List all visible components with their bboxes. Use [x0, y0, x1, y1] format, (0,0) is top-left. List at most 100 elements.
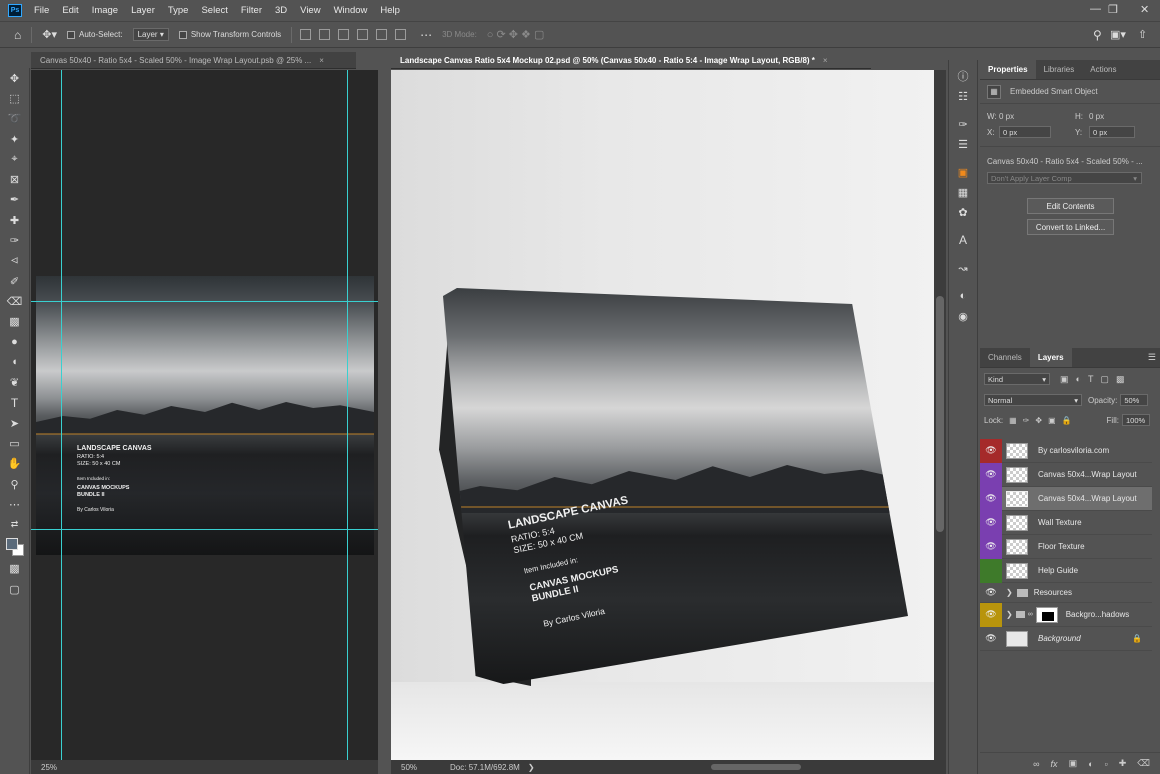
main-document-canvas[interactable]: LANDSCAPE CANVAS RATIO: 5:4 SIZE: 50 x 4… — [391, 70, 934, 760]
path-select-icon[interactable]: ➤ — [0, 413, 29, 433]
layer-row[interactable]: Help Guide — [980, 558, 1152, 583]
magic-wand-icon[interactable]: ✦ — [0, 129, 29, 149]
align-middle-icon[interactable] — [319, 29, 331, 40]
menu-edit[interactable]: Edit — [62, 5, 78, 16]
menu-3d[interactable]: 3D — [275, 5, 287, 16]
gradient-tool-icon[interactable]: ▩ — [0, 312, 29, 332]
lasso-tool-icon[interactable]: ➰ — [0, 109, 29, 129]
close-tab-icon[interactable]: × — [823, 56, 828, 65]
auto-select-checkbox[interactable]: Auto-Select: — [67, 30, 123, 39]
add-mask-icon[interactable]: ▣ — [1069, 758, 1078, 769]
menu-type[interactable]: Type — [168, 5, 189, 16]
share-icon[interactable]: ⇧ — [1138, 28, 1147, 41]
x-field[interactable]: 0 px — [999, 126, 1051, 138]
color-swatches[interactable] — [0, 535, 29, 559]
foreground-color-swatch[interactable] — [6, 537, 18, 550]
marquee-tool-icon[interactable]: ⬚ — [0, 88, 29, 108]
chevron-right-icon[interactable]: ❯ — [1006, 610, 1013, 619]
move-tool-icon[interactable]: ✥ — [0, 68, 29, 88]
adjustments-icon[interactable]: ☰ — [949, 134, 977, 154]
height-value[interactable]: 0 px — [1089, 112, 1104, 121]
swap-colors-icon[interactable]: ⇄ — [0, 515, 29, 535]
eye-icon[interactable]: 👁 — [980, 510, 1002, 535]
eye-icon[interactable]: 👁 — [980, 534, 1002, 559]
tab-properties[interactable]: Properties — [980, 60, 1036, 79]
info-icon[interactable]: ⓘ — [949, 66, 977, 86]
menu-window[interactable]: Window — [334, 5, 368, 16]
left-document-canvas[interactable]: LANDSCAPE CANVAS RATIO: 5:4 SIZE: 50 x 4… — [31, 70, 378, 760]
tab-main-document[interactable]: Landscape Canvas Ratio 5x4 Mockup 02.psd… — [391, 52, 871, 69]
grid-icon[interactable]: ▦ — [949, 182, 977, 202]
convert-to-linked-button[interactable]: Convert to Linked... — [1027, 219, 1114, 235]
move-tool-icon[interactable]: ✥▾ — [42, 28, 57, 41]
brush-tool-icon[interactable]: ✑ — [0, 230, 29, 250]
horizontal-scrollbar-thumb[interactable] — [711, 764, 801, 770]
swatches-icon[interactable]: ✿ — [949, 202, 977, 222]
type-tool-icon[interactable]: T — [0, 393, 29, 413]
quick-mask-icon[interactable]: ▩ — [0, 559, 29, 579]
edit-contents-button[interactable]: Edit Contents — [1027, 198, 1114, 214]
tab-left-document[interactable]: Canvas 50x40 - Ratio 5x4 - Scaled 50% - … — [31, 52, 356, 69]
healing-brush-icon[interactable]: ✚ — [0, 210, 29, 230]
layer-row[interactable]: 👁 Floor Texture — [980, 534, 1152, 559]
more-tools-icon[interactable]: ⋯ — [0, 494, 29, 514]
stamp-tool-icon[interactable]: ⏿ — [0, 251, 29, 271]
tab-channels[interactable]: Channels — [980, 348, 1030, 367]
delete-layer-icon[interactable]: ⌫ — [1137, 758, 1150, 769]
history-brush-icon[interactable]: ✐ — [0, 271, 29, 291]
align-right-icon[interactable] — [395, 29, 407, 40]
chevron-right-icon[interactable]: ❯ — [1006, 588, 1013, 597]
align-center-icon[interactable] — [376, 29, 388, 40]
new-layer-icon[interactable]: ✚ — [1119, 758, 1127, 769]
eraser-icon[interactable]: ⌫ — [0, 291, 29, 311]
zoom-tool-icon[interactable]: ⚲ — [0, 474, 29, 494]
menu-select[interactable]: Select — [201, 5, 227, 16]
opacity-field[interactable]: 50% — [1120, 394, 1149, 406]
tab-layers[interactable]: Layers — [1029, 348, 1072, 367]
layer-filter-icons[interactable]: ▣◐T▢▩ — [1060, 374, 1131, 385]
layer-row[interactable]: 👁 By carlosviloria.com — [980, 438, 1152, 463]
minimize-icon[interactable]: — — [1090, 3, 1101, 15]
scrollbar-thumb[interactable] — [936, 296, 944, 532]
eyedropper-icon[interactable]: ✒ — [0, 190, 29, 210]
frame-tool-icon[interactable]: ⊠ — [0, 169, 29, 189]
filter-kind-dropdown[interactable]: Kind ▾ — [984, 373, 1050, 385]
eye-icon[interactable]: 👁 — [980, 583, 1002, 603]
new-group-icon[interactable]: ▫ — [1105, 759, 1108, 769]
layer-row[interactable]: 👁 Background 🔒 — [980, 627, 1152, 651]
tab-libraries[interactable]: Libraries — [1036, 60, 1083, 79]
eye-icon[interactable]: 👁 — [980, 462, 1002, 487]
blend-mode-dropdown[interactable]: Normal ▾ — [984, 394, 1082, 406]
fx-icon[interactable]: fx — [1051, 759, 1058, 769]
rectangle-tool-icon[interactable]: ▭ — [0, 433, 29, 453]
dodge-tool-icon[interactable]: ◖ — [0, 352, 29, 372]
character-icon[interactable]: A — [949, 230, 977, 250]
align-top-icon[interactable] — [300, 29, 312, 40]
hand-tool-icon[interactable]: ✋ — [0, 454, 29, 474]
layer-comp-dropdown[interactable]: Don't Apply Layer Comp ▾ — [987, 172, 1142, 184]
blur-tool-icon[interactable]: ● — [0, 332, 29, 352]
screen-mode-icon[interactable]: ▢ — [0, 579, 29, 599]
menu-view[interactable]: View — [300, 5, 320, 16]
visibility-toggle[interactable] — [980, 558, 1002, 583]
layer-row[interactable]: 👁 Canvas 50x4...Wrap Layout — [980, 462, 1152, 487]
menu-help[interactable]: Help — [380, 5, 400, 16]
history-icon[interactable]: ☷ — [949, 86, 977, 106]
width-value[interactable]: 0 px — [999, 112, 1075, 121]
styles-icon[interactable]: ◐ — [949, 286, 977, 306]
chevron-right-icon[interactable]: ❯ — [528, 763, 535, 772]
plugin-icon[interactable]: ▣ — [949, 162, 977, 182]
panel-menu-icon[interactable]: ☰ — [1148, 352, 1156, 363]
restore-icon[interactable]: ❐ — [1108, 3, 1118, 16]
layer-row-selected[interactable]: 👁 Canvas 50x4...Wrap Layout — [980, 486, 1152, 511]
pen-tool-icon[interactable]: ❦ — [0, 372, 29, 392]
close-tab-icon[interactable]: × — [319, 56, 324, 65]
tab-actions[interactable]: Actions — [1082, 60, 1124, 79]
main-zoom-level[interactable]: 50% — [401, 763, 417, 772]
eye-icon[interactable]: 👁 — [980, 438, 1002, 463]
align-left-icon[interactable] — [357, 29, 369, 40]
brush-settings-icon[interactable]: ✑ — [949, 114, 977, 134]
lock-icons[interactable]: ▦✑✥▣🔒 — [1009, 416, 1077, 425]
menu-file[interactable]: File — [34, 5, 49, 16]
y-field[interactable]: 0 px — [1089, 126, 1135, 138]
